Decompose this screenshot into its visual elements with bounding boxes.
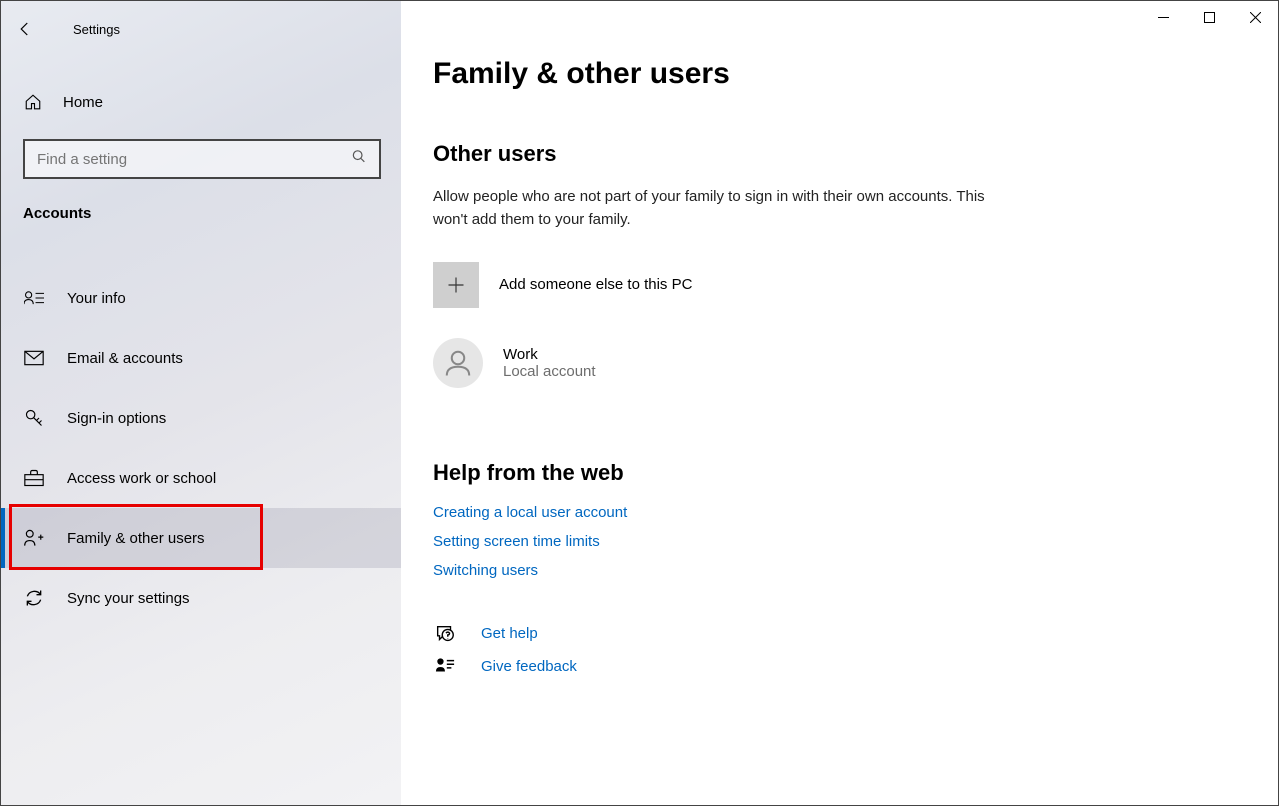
maximize-button[interactable]	[1186, 1, 1232, 33]
family-icon	[23, 528, 45, 548]
help-link-switching[interactable]: Switching users	[433, 562, 1101, 579]
key-icon	[23, 408, 45, 428]
sync-icon	[23, 588, 45, 608]
sidebar-item-label: Email & accounts	[67, 350, 183, 367]
home-icon	[23, 93, 43, 111]
sidebar-item-label: Access work or school	[67, 470, 216, 487]
search-input[interactable]	[25, 151, 379, 168]
sidebar-item-label: Your info	[67, 290, 126, 307]
your-info-icon	[23, 289, 45, 307]
plus-icon	[433, 262, 479, 308]
get-help-icon	[433, 623, 457, 645]
help-link-local-account[interactable]: Creating a local user account	[433, 504, 1101, 521]
get-help-row[interactable]: Get help	[433, 623, 1101, 645]
feedback-icon	[433, 657, 457, 677]
minimize-button[interactable]	[1140, 1, 1186, 33]
give-feedback-link[interactable]: Give feedback	[481, 658, 577, 675]
add-user-button[interactable]: Add someone else to this PC	[433, 262, 1101, 308]
sidebar-item-work[interactable]: Access work or school	[1, 448, 401, 508]
sidebar-item-sync[interactable]: Sync your settings	[1, 568, 401, 628]
page-title: Family & other users	[433, 57, 1101, 91]
window-title: Settings	[73, 22, 120, 37]
email-icon	[23, 350, 45, 366]
main-content: Family & other users Other users Allow p…	[401, 1, 1278, 805]
home-nav[interactable]: Home	[1, 79, 401, 125]
get-help-link[interactable]: Get help	[481, 625, 538, 642]
home-label: Home	[63, 94, 103, 111]
user-row[interactable]: Work Local account	[433, 338, 1101, 388]
other-users-description: Allow people who are not part of your fa…	[433, 185, 993, 232]
give-feedback-row[interactable]: Give feedback	[433, 657, 1101, 677]
back-button[interactable]	[13, 17, 37, 41]
sidebar-item-family[interactable]: Family & other users	[1, 508, 401, 568]
other-users-heading: Other users	[433, 141, 1101, 167]
search-box[interactable]	[23, 139, 381, 179]
sidebar: Settings Home Accounts Your info	[1, 1, 401, 805]
user-type: Local account	[503, 363, 596, 380]
sidebar-item-your-info[interactable]: Your info	[1, 268, 401, 328]
help-heading: Help from the web	[433, 460, 1101, 486]
close-button[interactable]	[1232, 1, 1278, 33]
category-label: Accounts	[1, 179, 401, 240]
sidebar-item-email[interactable]: Email & accounts	[1, 328, 401, 388]
sidebar-item-label: Sync your settings	[67, 590, 190, 607]
sidebar-item-label: Family & other users	[67, 530, 205, 547]
search-icon	[351, 149, 367, 170]
add-user-label: Add someone else to this PC	[499, 276, 692, 293]
briefcase-icon	[23, 469, 45, 487]
user-name: Work	[503, 346, 596, 363]
sidebar-item-signin[interactable]: Sign-in options	[1, 388, 401, 448]
sidebar-item-label: Sign-in options	[67, 410, 166, 427]
user-avatar-icon	[433, 338, 483, 388]
help-link-screen-time[interactable]: Setting screen time limits	[433, 533, 1101, 550]
